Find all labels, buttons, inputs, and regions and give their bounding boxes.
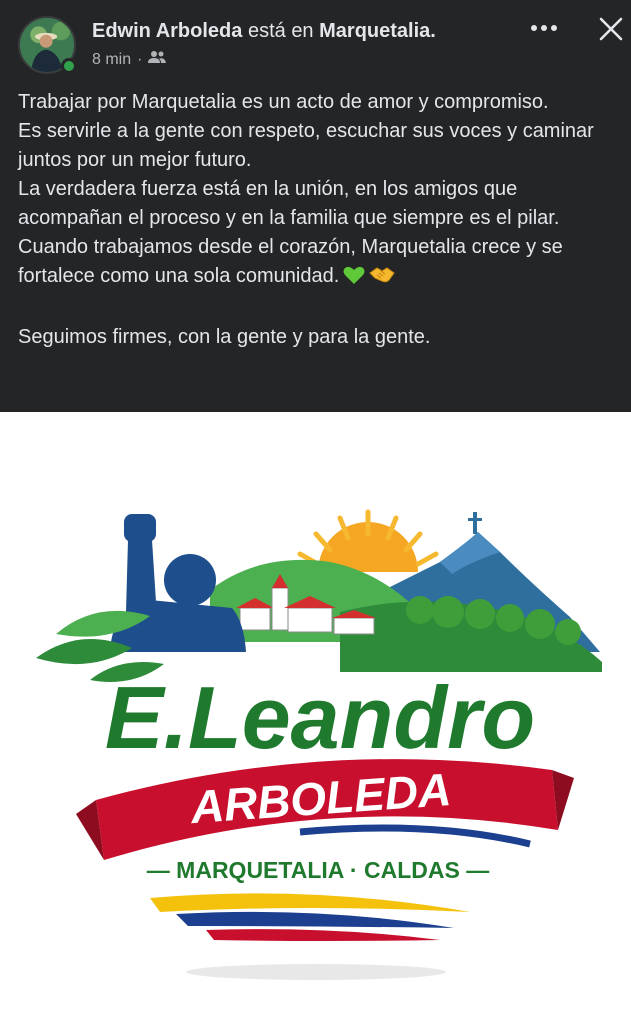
author-line: Edwin Arboleda está en Marquetalia. bbox=[92, 20, 436, 43]
flag-swoosh bbox=[150, 893, 470, 941]
post-image[interactable]: E.Leandro ARBOLEDA — MARQUETALIA · CALDA… bbox=[0, 412, 631, 1024]
green-heart-icon bbox=[343, 265, 365, 294]
location-link[interactable]: Marquetalia. bbox=[319, 20, 436, 42]
close-button[interactable] bbox=[596, 14, 626, 44]
handshake-icon bbox=[369, 265, 396, 294]
close-icon bbox=[599, 17, 623, 41]
post-paragraph: Es servirle a la gente con respeto, escu… bbox=[18, 120, 594, 171]
post-closing: Seguimos firmes, con la gente y para la … bbox=[18, 326, 431, 348]
candidate-name: E.Leandro bbox=[105, 668, 535, 767]
post-meta: 8 min · bbox=[92, 50, 167, 69]
post-paragraph: Trabajar por Marquetalia es un acto de a… bbox=[18, 91, 549, 113]
location-text: — MARQUETALIA · CALDAS — bbox=[147, 857, 489, 883]
more-options-button[interactable] bbox=[528, 14, 560, 42]
post-paragraph: Cuando trabajamos desde el corazón, Marq… bbox=[18, 233, 624, 294]
meta-dot: · bbox=[137, 50, 143, 68]
online-status-dot bbox=[61, 58, 77, 74]
more-icon bbox=[531, 25, 557, 31]
connector-text: está en bbox=[247, 20, 314, 42]
logo-shadow bbox=[186, 964, 446, 980]
author-name[interactable]: Edwin Arboleda bbox=[92, 20, 242, 42]
friends-icon[interactable] bbox=[148, 50, 167, 69]
post-header: Edwin Arboleda está en Marquetalia. 8 mi… bbox=[0, 0, 631, 412]
campaign-logo: E.Leandro ARBOLEDA — MARQUETALIA · CALDA… bbox=[36, 509, 602, 980]
post-paragraph: La verdadera fuerza está en la unión, en… bbox=[18, 178, 560, 229]
timestamp[interactable]: 8 min bbox=[92, 51, 131, 69]
post-text: Trabajar por Marquetalia es un acto de a… bbox=[18, 88, 624, 352]
post-paragraph-text: Cuando trabajamos desde el corazón, Marq… bbox=[18, 236, 563, 287]
blue-stripe bbox=[299, 824, 531, 848]
